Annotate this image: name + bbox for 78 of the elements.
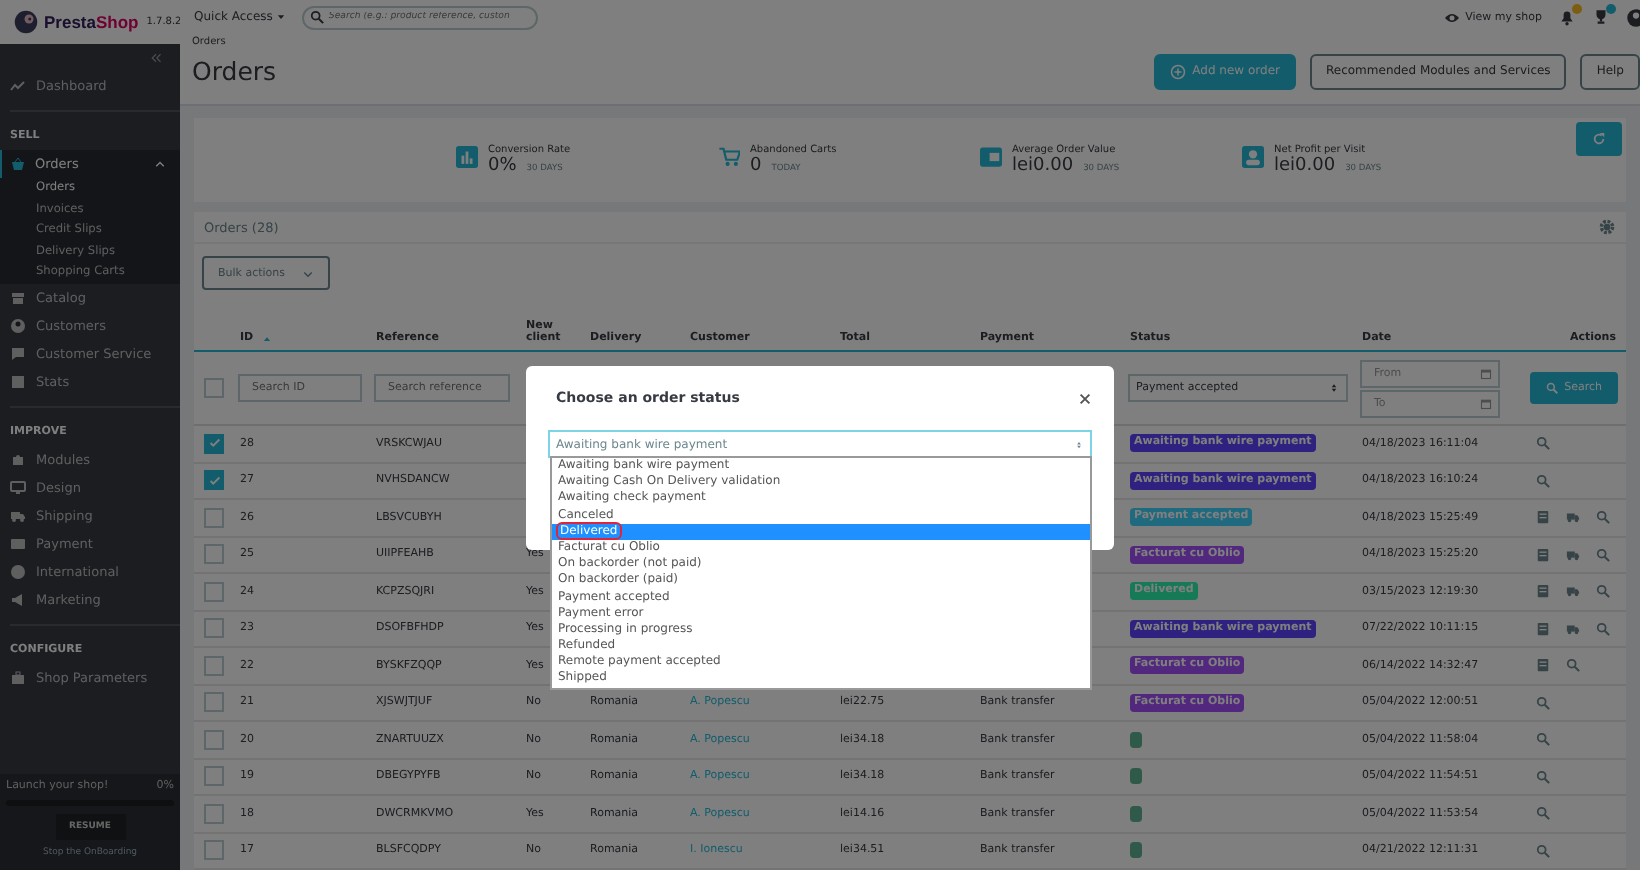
row-checkbox[interactable]	[204, 655, 224, 676]
calendar-icon	[1480, 367, 1492, 379]
truck-icon	[10, 507, 26, 523]
kpi-value: 0	[750, 156, 762, 176]
caret-down-icon	[276, 12, 287, 22]
search-icon[interactable]	[1536, 473, 1550, 488]
refresh-icon	[1592, 132, 1606, 146]
page-title: Orders	[192, 56, 277, 86]
row-checkbox[interactable]	[204, 433, 224, 454]
search-icon	[310, 10, 325, 24]
search-icon[interactable]	[1566, 658, 1580, 673]
document-icon[interactable]	[1536, 510, 1550, 525]
select-all-checkbox[interactable]	[204, 378, 224, 398]
check-icon	[207, 436, 221, 451]
wallet-icon	[980, 146, 1002, 168]
row-checkbox[interactable]	[204, 840, 224, 861]
kpi-value: 0%	[488, 156, 517, 176]
logo-bird-icon	[14, 10, 38, 34]
row-checkbox[interactable]	[204, 507, 224, 528]
search-icon[interactable]	[1536, 769, 1550, 784]
check-icon	[207, 473, 221, 488]
refresh-button[interactable]	[1576, 122, 1622, 156]
logo-text[interactable]: PrestaShop	[44, 12, 139, 32]
close-icon[interactable]	[1078, 391, 1092, 405]
card-icon	[10, 535, 26, 551]
search-icon	[1546, 382, 1559, 394]
search-icon[interactable]	[1536, 732, 1550, 747]
truck-icon[interactable]	[1566, 584, 1580, 599]
row-checkbox[interactable]	[204, 544, 224, 565]
kpi-value: lei0.00	[1012, 156, 1074, 176]
row-checkbox[interactable]	[204, 581, 224, 602]
updown-icon	[1328, 382, 1340, 394]
notification-badge	[1572, 4, 1582, 14]
person-badge-icon	[1242, 146, 1264, 168]
search-icon[interactable]	[1536, 695, 1550, 710]
bell-icon[interactable]	[1558, 8, 1576, 26]
kpi-value: lei0.00	[1274, 156, 1336, 176]
double-chevron-left-icon[interactable]	[150, 52, 162, 64]
notification-badge	[1606, 4, 1616, 14]
chevron-down-icon	[301, 267, 314, 279]
monitor-icon	[10, 479, 26, 495]
truck-icon[interactable]	[1566, 510, 1580, 525]
document-icon[interactable]	[1536, 658, 1550, 673]
plus-circle-icon	[1170, 63, 1187, 79]
chart-line-icon	[10, 78, 26, 94]
search-icon[interactable]	[1596, 510, 1610, 525]
megaphone-icon	[10, 591, 26, 607]
row-checkbox[interactable]	[204, 803, 224, 824]
basket-icon	[9, 156, 25, 172]
row-checkbox[interactable]	[204, 470, 224, 491]
store-icon	[10, 289, 26, 305]
search-icon[interactable]	[1536, 806, 1550, 821]
row-checkbox[interactable]	[204, 618, 224, 639]
search-icon[interactable]	[1596, 547, 1610, 562]
document-icon[interactable]	[1536, 547, 1550, 562]
search-icon[interactable]	[1596, 621, 1610, 636]
calendar-icon	[1480, 397, 1492, 409]
document-icon[interactable]	[1536, 621, 1550, 636]
gear-icon[interactable]	[1598, 218, 1616, 236]
briefcase-icon	[10, 669, 26, 685]
trophy-icon[interactable]	[1592, 8, 1610, 26]
person-icon	[10, 317, 26, 333]
search-icon[interactable]	[1536, 843, 1550, 858]
chat-icon	[10, 345, 26, 361]
truck-icon[interactable]	[1566, 547, 1580, 562]
row-checkbox[interactable]	[204, 729, 224, 750]
chevron-up-icon[interactable]	[154, 158, 166, 170]
caret-up-icon	[261, 333, 272, 343]
eye-icon	[1443, 9, 1460, 25]
truck-icon[interactable]	[1566, 621, 1580, 636]
row-checkbox[interactable]	[204, 692, 224, 713]
search-icon[interactable]	[1536, 436, 1550, 451]
document-icon[interactable]	[1536, 584, 1550, 599]
updown-icon	[1074, 439, 1084, 449]
search-icon[interactable]	[1596, 584, 1610, 599]
row-checkbox[interactable]	[204, 766, 224, 787]
cart-icon	[718, 146, 740, 168]
bar-chart-icon	[456, 146, 478, 168]
